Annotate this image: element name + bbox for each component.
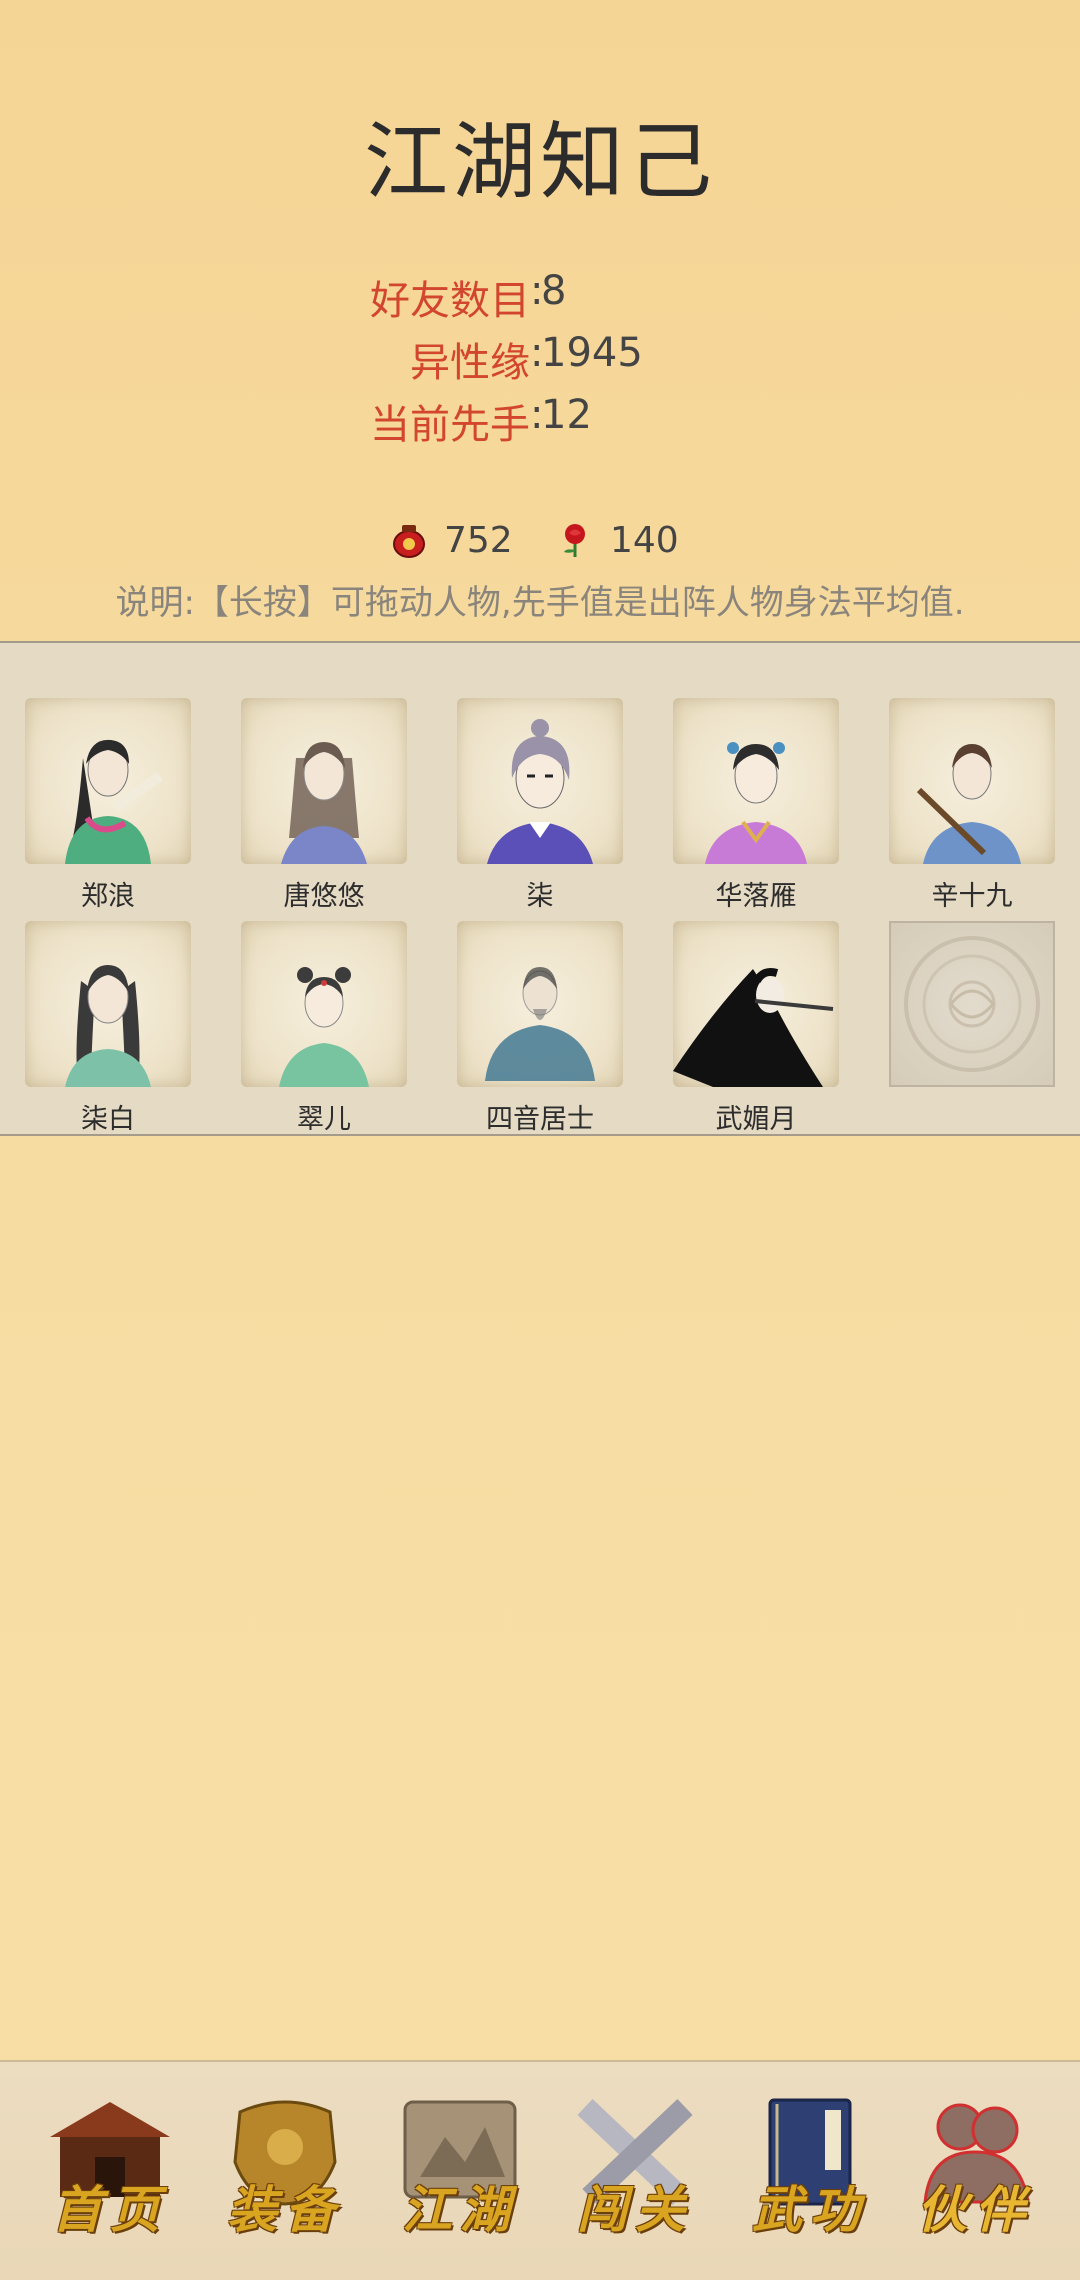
companion-portrait xyxy=(457,921,623,1087)
instruction-text: 说明:【长按】可拖动人物,先手值是出阵人物身法平均值. xyxy=(115,583,965,623)
companion-card[interactable]: 辛十九 xyxy=(889,698,1055,912)
rose-count: 140 xyxy=(610,519,679,561)
companion-portrait xyxy=(889,698,1055,864)
nav-label: 闯关 xyxy=(577,2180,693,2239)
rose-icon xyxy=(564,524,585,557)
companion-card[interactable]: 柒白 xyxy=(25,921,191,1135)
companion-name: 武媚月 xyxy=(715,1104,797,1135)
companion-name: 唐悠悠 xyxy=(283,881,365,912)
nav-label: 武功 xyxy=(752,2180,868,2239)
empty-companion-slot[interactable] xyxy=(889,921,1055,1087)
wine-jar-icon xyxy=(393,525,425,558)
companion-name: 辛十九 xyxy=(931,881,1013,912)
companion-portrait xyxy=(25,698,191,864)
companion-portrait xyxy=(241,921,407,1087)
companion-name: 华落雁 xyxy=(715,881,797,912)
stat-initiative: 当前先手 : 12 xyxy=(0,392,1080,452)
nav-label: 首页 xyxy=(52,2180,168,2239)
wine-count: 752 xyxy=(444,519,513,561)
nav-label: 装备 xyxy=(227,2180,343,2239)
wine-counter: 752 xyxy=(392,515,513,565)
stat-charm: 异性缘 : 1945 xyxy=(0,330,1080,390)
stat-value: 1945 xyxy=(541,330,643,376)
companion-card[interactable]: 郑浪 xyxy=(25,698,191,912)
nav-home[interactable]: 首页 xyxy=(35,2092,185,2242)
companion-card[interactable]: 华落雁 xyxy=(673,698,839,912)
stat-value: 12 xyxy=(541,392,592,438)
page-title: 江湖知己 xyxy=(363,113,716,211)
companion-name: 四音居士 xyxy=(486,1104,594,1135)
companion-name: 郑浪 xyxy=(81,881,135,912)
companion-card[interactable]: 翠儿 xyxy=(241,921,407,1135)
nav-martial-arts[interactable]: 武功 xyxy=(735,2092,885,2242)
companion-name: 柒白 xyxy=(81,1104,135,1135)
stat-value: 8 xyxy=(541,268,567,314)
stat-label: 好友数目 xyxy=(370,278,530,324)
stat-label: 当前先手 xyxy=(370,402,530,448)
emblem-watermark-icon xyxy=(904,936,1040,1072)
rose-counter: 140 xyxy=(558,515,679,565)
companion-portrait xyxy=(673,698,839,864)
companion-card[interactable]: 武媚月 xyxy=(673,921,839,1135)
nav-jianghu[interactable]: 江湖 xyxy=(385,2092,535,2242)
companion-name: 柒 xyxy=(526,881,554,912)
nav-challenge[interactable]: 闯关 xyxy=(560,2092,710,2242)
nav-label: 江湖 xyxy=(402,2180,518,2239)
companion-portrait xyxy=(25,921,191,1087)
empty-slot-frame xyxy=(889,921,1055,1087)
companion-portrait xyxy=(457,698,623,864)
companion-portrait xyxy=(673,921,839,1087)
companion-card[interactable]: 四音居士 xyxy=(457,921,623,1135)
companion-name: 翠儿 xyxy=(297,1104,351,1135)
companion-portrait xyxy=(241,698,407,864)
companion-card[interactable]: 唐悠悠 xyxy=(241,698,407,912)
nav-companions[interactable]: 伙伴 xyxy=(900,2092,1050,2242)
companion-grid: 郑浪 唐悠悠 柒 华落雁 辛十九 柒白 翠儿 四音居士 武媚月 xyxy=(0,641,1080,1136)
companion-card[interactable]: 柒 xyxy=(457,698,623,912)
bottom-navigation: 首页 装备 江湖 闯关 武功 伙伴 xyxy=(0,2060,1080,2280)
stat-friend-count: 好友数目 : 8 xyxy=(0,268,1080,328)
nav-equipment[interactable]: 装备 xyxy=(210,2092,360,2242)
stat-label: 异性缘 xyxy=(410,340,530,386)
nav-label: 伙伴 xyxy=(917,2180,1033,2239)
